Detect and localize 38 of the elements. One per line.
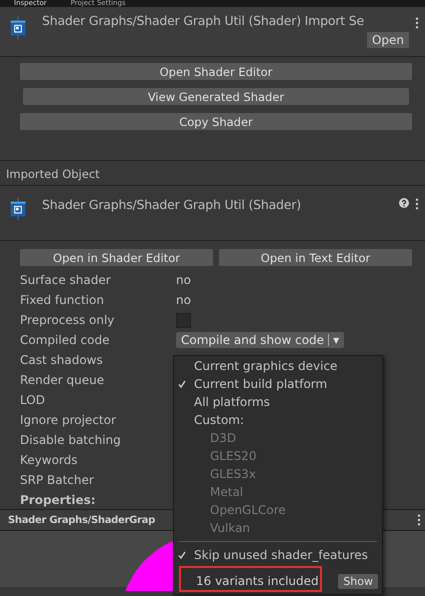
- property-label: Fixed function: [20, 293, 105, 307]
- more-icon[interactable]: [415, 198, 419, 210]
- property-label: Preprocess only: [20, 313, 116, 327]
- menu-item[interactable]: Current graphics device: [174, 357, 382, 375]
- menu-item[interactable]: Current build platform: [174, 375, 382, 393]
- help-icon[interactable]: [399, 198, 409, 208]
- shader-icon: [10, 15, 26, 41]
- property-label: Render queue: [20, 373, 106, 387]
- property-label: Properties:: [20, 493, 97, 507]
- action-button[interactable]: Copy Shader: [20, 113, 412, 130]
- editor-button[interactable]: Open in Text Editor: [219, 249, 412, 266]
- property-label: LOD: [20, 393, 46, 407]
- section-header: Imported Object: [0, 161, 425, 186]
- property-label: Compiled code: [20, 333, 110, 347]
- property-value: no: [176, 273, 191, 287]
- menu-label: Custom:: [194, 412, 244, 429]
- property-label: Surface shader: [20, 273, 112, 287]
- property-label: Ignore projector: [20, 413, 117, 427]
- action-button[interactable]: Open Shader Editor: [20, 63, 412, 80]
- property-label: Keywords: [20, 453, 79, 467]
- more-icon[interactable]: [417, 514, 421, 526]
- property-value: no: [176, 293, 191, 307]
- property-label: Disable batching: [20, 433, 122, 447]
- variants-text: 16 variants included: [196, 574, 319, 588]
- object-title: Shader Graphs/Shader Graph Util (Shader): [41, 196, 302, 212]
- show-button[interactable]: Show: [338, 574, 378, 588]
- action-button[interactable]: View Generated Shader: [23, 88, 409, 105]
- property-label: Cast shadows: [20, 353, 104, 367]
- more-icon[interactable]: [415, 17, 419, 29]
- preview-title: Shader Graphs/ShaderGrap: [8, 514, 155, 526]
- shader-icon: [10, 196, 26, 222]
- compile-dropdown[interactable]: Compile and show code ▾: [176, 332, 344, 348]
- editor-button[interactable]: Open in Shader Editor: [20, 249, 213, 266]
- open-button[interactable]: Open: [366, 32, 409, 48]
- property-label: SRP Batcher: [20, 473, 95, 487]
- menu-item[interactable]: All platforms: [174, 393, 382, 411]
- menu-item[interactable]: Skip unused shader_features: [174, 546, 382, 564]
- asset-title: Shader Graphs/Shader Graph Util (Shader) Import Se: [41, 13, 364, 28]
